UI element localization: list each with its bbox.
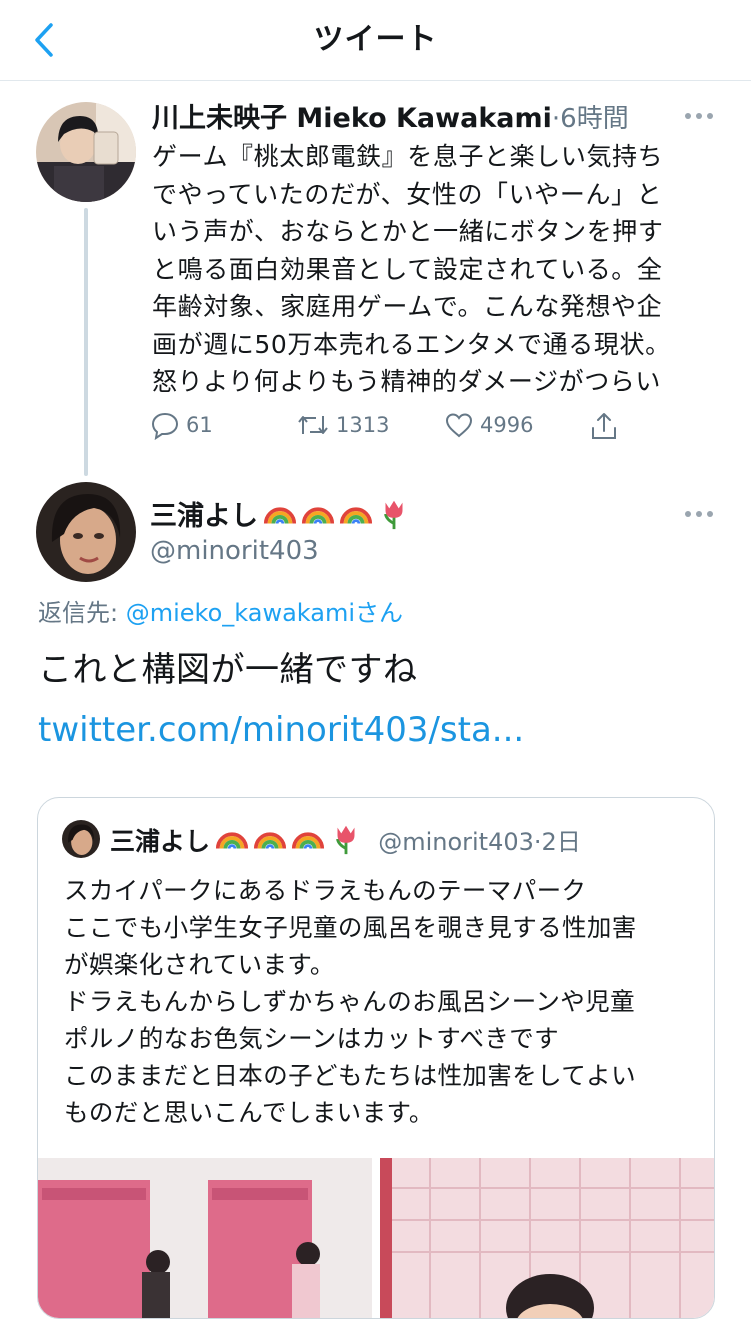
quoted-body-line: が娯楽化されています。 bbox=[64, 950, 335, 979]
retweet-count: 1313 bbox=[336, 413, 390, 437]
tweet-body-line: 画が週に50万本売れるエンタメで通る現状。 bbox=[152, 329, 671, 359]
quoted-time: 2日 bbox=[541, 828, 581, 856]
like-button[interactable]: 4996 bbox=[444, 410, 533, 440]
original-tweet-header: 川上未映子 Mieko Kawakami·6時間 bbox=[152, 98, 629, 136]
quoted-author-name: 三浦よし bbox=[110, 827, 211, 856]
reply-link[interactable]: twitter.com/minorit403/sta... bbox=[38, 708, 524, 752]
reply-text: これと構図が一緒ですね bbox=[38, 650, 418, 690]
reply-icon bbox=[151, 412, 179, 440]
rainbow-icon bbox=[264, 507, 297, 524]
retweet-icon bbox=[298, 416, 328, 434]
tweet-body-line: いう声が、おならとかと一緒にボタンを押す bbox=[152, 217, 664, 246]
rainbow-icon bbox=[216, 832, 249, 849]
quoted-body-line: スカイパークにあるドラえもんのテーマパーク bbox=[64, 876, 587, 905]
avatar-mieko-kawakami[interactable] bbox=[36, 102, 136, 202]
quoted-body-line: ポルノ的なお色気シーンはカットすべきです bbox=[64, 1024, 560, 1053]
tweet-body-line: と鳴る面白効果音として設定されている。全 bbox=[152, 254, 663, 284]
reply-author-row: 三浦よし bbox=[150, 497, 415, 534]
reply-author-handle[interactable]: @minorit403 bbox=[150, 534, 319, 568]
page-title: ツイート bbox=[313, 22, 438, 57]
heart-icon bbox=[445, 413, 473, 438]
rainbow-icon bbox=[254, 832, 287, 849]
share-button[interactable] bbox=[588, 410, 620, 442]
quoted-body-line: このままだと日本の子どもたちは性加害をしてよい bbox=[64, 1061, 636, 1090]
more-dots-icon bbox=[685, 113, 691, 119]
more-options-button[interactable] bbox=[679, 106, 719, 126]
author-name[interactable]: 川上未映子 Mieko Kawakami bbox=[152, 103, 552, 134]
avatar-minorit403[interactable] bbox=[36, 482, 136, 582]
quoted-header: 三浦よし @minorit403·2日 bbox=[110, 822, 581, 859]
quoted-tweet-card[interactable]: 三浦よし @minorit403·2日 スカイパークにあるドラえもんのテーマパー… bbox=[37, 797, 715, 1319]
tweet-body: ゲーム『桃太郎電鉄』を息子と楽しい気持ち でやっていたのだが、女性の「いやーん」… bbox=[152, 138, 712, 401]
thread-connector-line bbox=[84, 208, 88, 476]
reply-to-prefix: 返信先: bbox=[38, 599, 126, 627]
quoted-media-image-2[interactable] bbox=[380, 1158, 714, 1318]
quoted-body-line: ものだと思いこんでしまいます。 bbox=[64, 1098, 434, 1127]
share-icon bbox=[592, 413, 616, 439]
reply-to-suffix: さん bbox=[355, 599, 404, 627]
like-count: 4996 bbox=[480, 413, 534, 437]
more-dots-icon bbox=[685, 511, 691, 517]
reply-button[interactable]: 61 bbox=[150, 410, 213, 440]
quoted-tweet-body: スカイパークにあるドラえもんのテーマパーク ここでも小学生女子児童の風呂を覗き見… bbox=[64, 872, 704, 1131]
reply-count: 61 bbox=[186, 413, 213, 437]
rainbow-icon bbox=[302, 507, 335, 524]
rainbow-icon bbox=[340, 507, 373, 524]
tweet-time[interactable]: 6時間 bbox=[560, 104, 629, 134]
quoted-body-line: ここでも小学生女子児童の風呂を覗き見する性加害 bbox=[64, 913, 637, 942]
separator-dot: · bbox=[551, 104, 561, 134]
quoted-avatar bbox=[62, 820, 100, 858]
tweet-body-line: でやっていたのだが、女性の「いやーん」と bbox=[152, 179, 663, 209]
tweet-body-line: ゲーム『桃太郎電鉄』を息子と楽しい気持ち bbox=[152, 142, 664, 171]
quoted-body-line: ドラえもんからしずかちゃんのお風呂シーンや児童 bbox=[64, 987, 635, 1016]
reply-author-name[interactable]: 三浦よし bbox=[150, 501, 258, 532]
quoted-media-image-1[interactable] bbox=[38, 1158, 372, 1318]
tweet-body-line: 怒りより何よりもう精神的ダメージがつらい bbox=[152, 367, 662, 396]
tweet-body-line: 年齢対象、家庭用ゲームで。こんな発想や企 bbox=[152, 292, 663, 321]
rainbow-icon bbox=[292, 832, 325, 849]
quoted-handle: @minorit403 bbox=[378, 828, 534, 856]
separator-dot: · bbox=[533, 828, 542, 856]
tulip-icon bbox=[384, 500, 403, 530]
reply-to-mention[interactable]: @mieko_kawakami bbox=[126, 599, 355, 627]
more-options-button[interactable] bbox=[679, 504, 719, 524]
tulip-icon bbox=[336, 825, 355, 855]
reply-to-line: 返信先: @mieko_kawakamiさん bbox=[38, 596, 403, 630]
retweet-button[interactable]: 1313 bbox=[296, 410, 389, 440]
